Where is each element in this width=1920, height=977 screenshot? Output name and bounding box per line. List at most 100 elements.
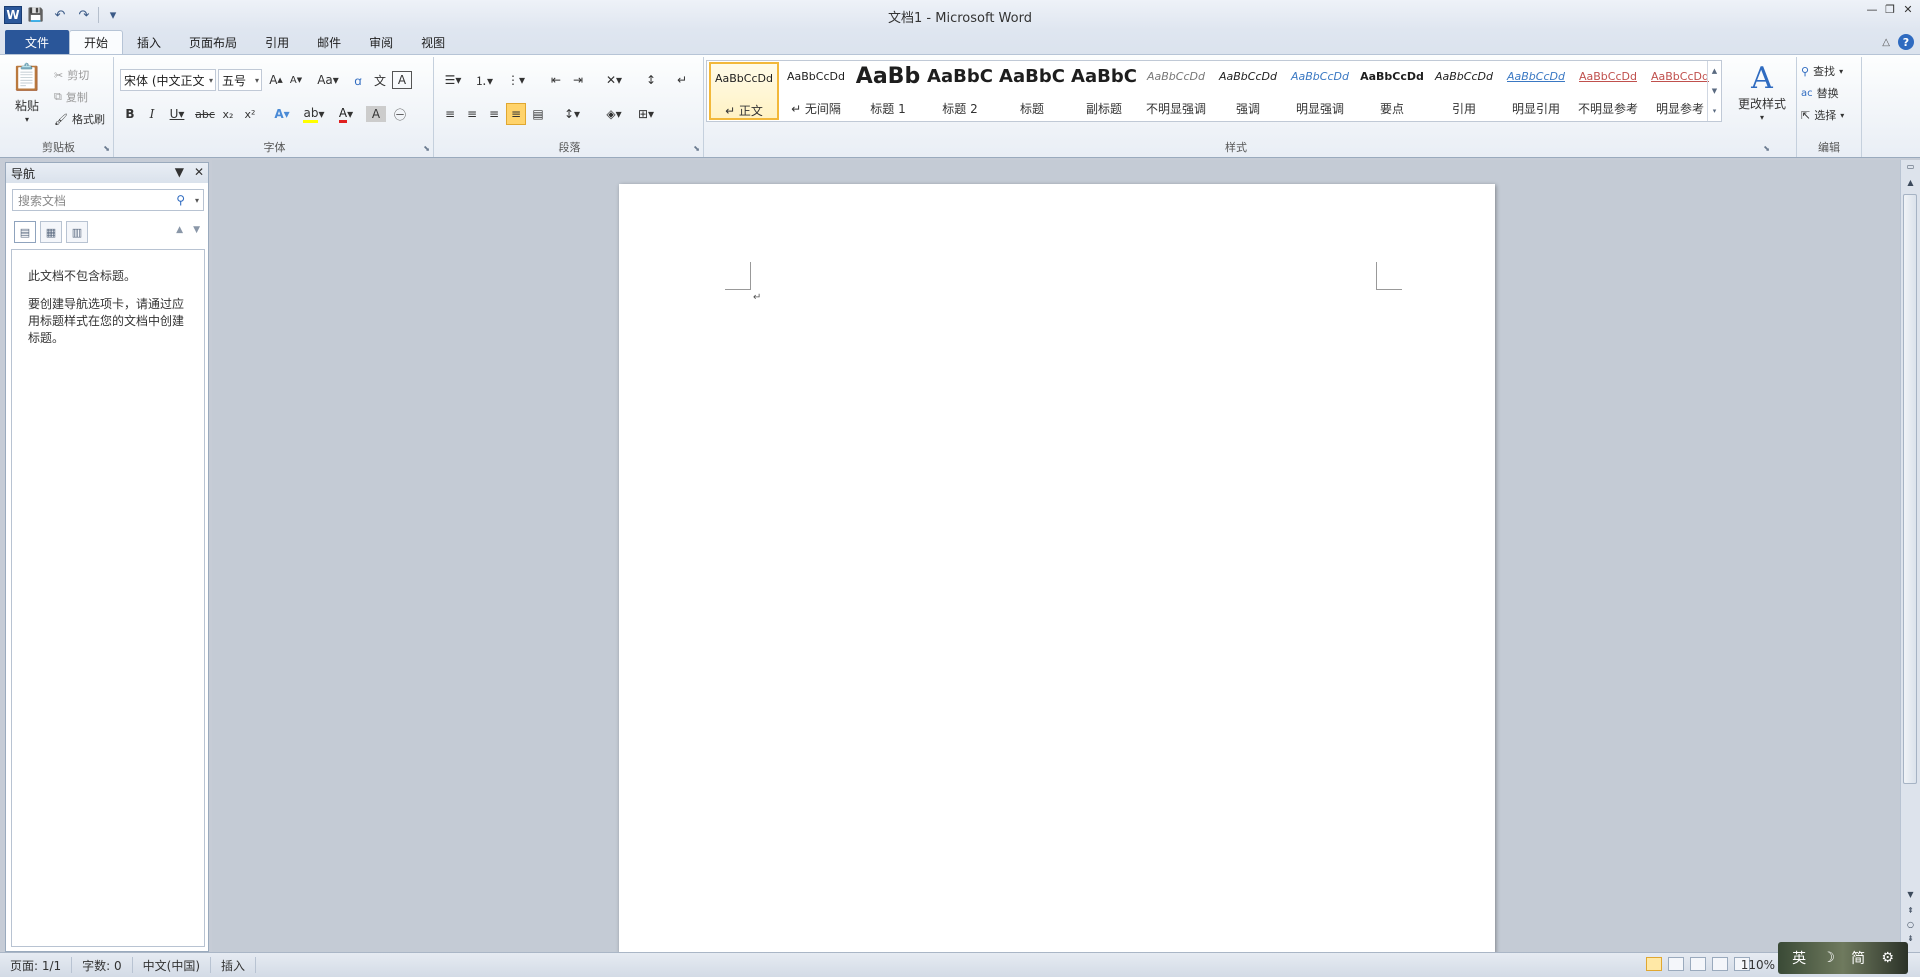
ime-lang[interactable]: 英 <box>1792 948 1806 968</box>
style-heading-1[interactable]: AaBb 标题 1 <box>853 62 923 120</box>
style-emphasis[interactable]: AaBbCcDd 强调 <box>1213 62 1283 120</box>
shading-icon[interactable]: ◈▾ <box>600 103 628 125</box>
customize-qat-icon[interactable]: ▾ <box>103 5 123 25</box>
bold-icon[interactable]: B <box>120 103 140 125</box>
nav-close-icon[interactable]: ✕ <box>194 165 204 179</box>
style-quote[interactable]: AaBbCcDd 引用 <box>1429 62 1499 120</box>
gallery-down-icon[interactable]: ▼ <box>1712 87 1717 95</box>
insert-mode[interactable]: 插入 <box>211 957 257 973</box>
web-layout-icon[interactable] <box>1690 957 1706 971</box>
paste-icon[interactable]: 📋 <box>10 63 44 93</box>
font-color-icon[interactable]: A ▾ <box>332 103 360 125</box>
redo-icon[interactable]: ↷ <box>74 5 94 25</box>
ime-settings-icon[interactable]: ⚙ <box>1881 950 1894 966</box>
paste-dropdown-icon[interactable]: ▾ <box>10 113 44 125</box>
style-heading-2[interactable]: AaBbC 标题 2 <box>925 62 995 120</box>
gallery-up-icon[interactable]: ▲ <box>1712 67 1717 75</box>
word-count[interactable]: 字数: 0 <box>72 957 133 973</box>
tab-references[interactable]: 引用 <box>251 30 303 54</box>
paragraph-launcher-icon[interactable]: ⬊ <box>693 144 700 153</box>
style-strong[interactable]: AaBbCcDd 要点 <box>1357 62 1427 120</box>
pages-view-icon[interactable]: ▦ <box>40 221 62 243</box>
font-size-combo[interactable]: 五号 ▾ <box>218 69 262 91</box>
superscript-icon[interactable]: x² <box>240 103 260 125</box>
previous-heading-icon[interactable]: ▲ <box>176 225 183 235</box>
cut-button[interactable]: ✂ 剪切 <box>54 67 89 83</box>
align-right-icon[interactable]: ≡ <box>484 103 504 125</box>
shrink-font-icon[interactable]: A ▼ <box>286 69 306 91</box>
format-painter-button[interactable]: 🖌 格式刷 <box>54 111 105 127</box>
headings-view-icon[interactable]: ▤ <box>14 221 36 243</box>
word-logo-icon[interactable]: W <box>4 6 22 24</box>
clear-formatting-icon[interactable]: ꭤ <box>348 69 368 91</box>
nav-options-icon[interactable]: ▼ <box>175 165 184 179</box>
search-dropdown-icon[interactable]: ▾ <box>195 196 199 205</box>
change-case-icon[interactable]: Aa▾ <box>314 69 342 91</box>
scroll-up-icon[interactable]: ▲ <box>1901 178 1920 187</box>
save-icon[interactable]: 💾 <box>26 5 46 25</box>
style-normal[interactable]: AaBbCcDd ↵ 正文 <box>709 62 779 120</box>
tab-page-layout[interactable]: 页面布局 <box>175 30 251 54</box>
text-effects-icon[interactable]: A▾ <box>268 103 296 125</box>
change-styles-dropdown-icon[interactable]: ▾ <box>1752 111 1772 123</box>
ime-indicator[interactable]: 英 ☽ 简 ⚙ <box>1778 942 1908 974</box>
minimize-ribbon-icon[interactable]: △ <box>1882 37 1890 48</box>
tab-mailings[interactable]: 邮件 <box>303 30 355 54</box>
align-center-icon[interactable]: ≡ <box>462 103 482 125</box>
scroll-thumb[interactable] <box>1903 194 1917 784</box>
document-page[interactable]: ↵ <box>619 184 1495 954</box>
copy-button[interactable]: ⧉ 复制 <box>54 89 88 105</box>
bullets-icon[interactable]: ☰▾ <box>440 69 466 91</box>
increase-indent-icon[interactable]: ⇥ <box>568 69 588 91</box>
decrease-indent-icon[interactable]: ⇤ <box>546 69 566 91</box>
chinese-layout-icon[interactable]: ✕▾ <box>600 69 628 91</box>
zoom-level[interactable]: 110% <box>1741 958 1775 972</box>
numbering-icon[interactable]: ⒈▾ <box>470 69 498 91</box>
change-styles-button[interactable]: 更改样式 <box>1730 95 1794 111</box>
replace-button[interactable]: ac 替换 <box>1801 85 1839 101</box>
page-count[interactable]: 页面: 1/1 <box>0 957 73 973</box>
underline-icon[interactable]: U▾ <box>164 103 190 125</box>
tab-view[interactable]: 视图 <box>407 30 459 54</box>
strikethrough-icon[interactable]: abc <box>194 103 216 125</box>
undo-icon[interactable]: ↶ <box>50 5 70 25</box>
paste-button[interactable]: 粘贴 <box>10 97 44 113</box>
distributed-icon[interactable]: ▤ <box>528 103 548 125</box>
character-border-icon[interactable]: A <box>392 71 412 89</box>
print-layout-icon[interactable] <box>1646 957 1662 971</box>
browse-object-icon[interactable]: ○ <box>1901 920 1920 929</box>
nav-search-input[interactable]: 搜索文档 ⚲ ▾ <box>12 189 204 211</box>
highlight-icon[interactable]: ab ▾ <box>300 103 328 125</box>
tab-home[interactable]: 开始 <box>69 30 124 54</box>
style-intense-quote[interactable]: AaBbCcDd 明显引用 <box>1501 62 1571 120</box>
help-icon[interactable]: ? <box>1898 34 1914 50</box>
multilevel-list-icon[interactable]: ⋮▾ <box>502 69 530 91</box>
minimize-icon[interactable]: — <box>1864 2 1880 16</box>
justify-icon[interactable]: ≡ <box>506 103 526 125</box>
language-indicator[interactable]: 中文(中国) <box>133 957 212 973</box>
align-left-icon[interactable]: ≡ <box>440 103 460 125</box>
search-icon[interactable]: ⚲ <box>176 193 185 207</box>
subscript-icon[interactable]: x₂ <box>218 103 238 125</box>
tab-review[interactable]: 审阅 <box>355 30 407 54</box>
style-subtle-reference[interactable]: AaBbCcDd 不明显参考 <box>1573 62 1643 120</box>
borders-icon[interactable]: ⊞▾ <box>632 103 660 125</box>
close-icon[interactable]: ✕ <box>1900 2 1916 16</box>
results-view-icon[interactable]: ▥ <box>66 221 88 243</box>
style-intense-emphasis[interactable]: AaBbCcDd 明显强调 <box>1285 62 1355 120</box>
enclose-characters-icon[interactable]: ㊀ <box>390 103 410 125</box>
style-no-spacing[interactable]: AaBbCcDd ↵ 无间隔 <box>781 62 851 120</box>
character-shading-icon[interactable]: A <box>366 106 386 122</box>
vertical-scrollbar[interactable]: ▭ ▲ ▼ ⇞ ○ ⇟ <box>1900 160 1920 952</box>
style-title[interactable]: AaBbC 标题 <box>997 62 1067 120</box>
style-intense-reference[interactable]: AaBbCcDd 明显参考 <box>1645 62 1715 120</box>
change-styles-icon[interactable]: A <box>1736 61 1788 96</box>
style-subtitle[interactable]: AaBbC 副标题 <box>1069 62 1139 120</box>
restore-icon[interactable]: ❐ <box>1882 2 1898 16</box>
phonetic-guide-icon[interactable]: 文 <box>370 69 390 91</box>
font-name-combo[interactable]: 宋体 (中文正文 ▾ <box>120 69 216 91</box>
next-heading-icon[interactable]: ▼ <box>193 225 200 235</box>
find-button[interactable]: ⚲ 查找 ▾ <box>1801 63 1843 79</box>
line-spacing-icon[interactable]: ↕▾ <box>558 103 586 125</box>
scroll-down-icon[interactable]: ▼ <box>1901 890 1920 899</box>
